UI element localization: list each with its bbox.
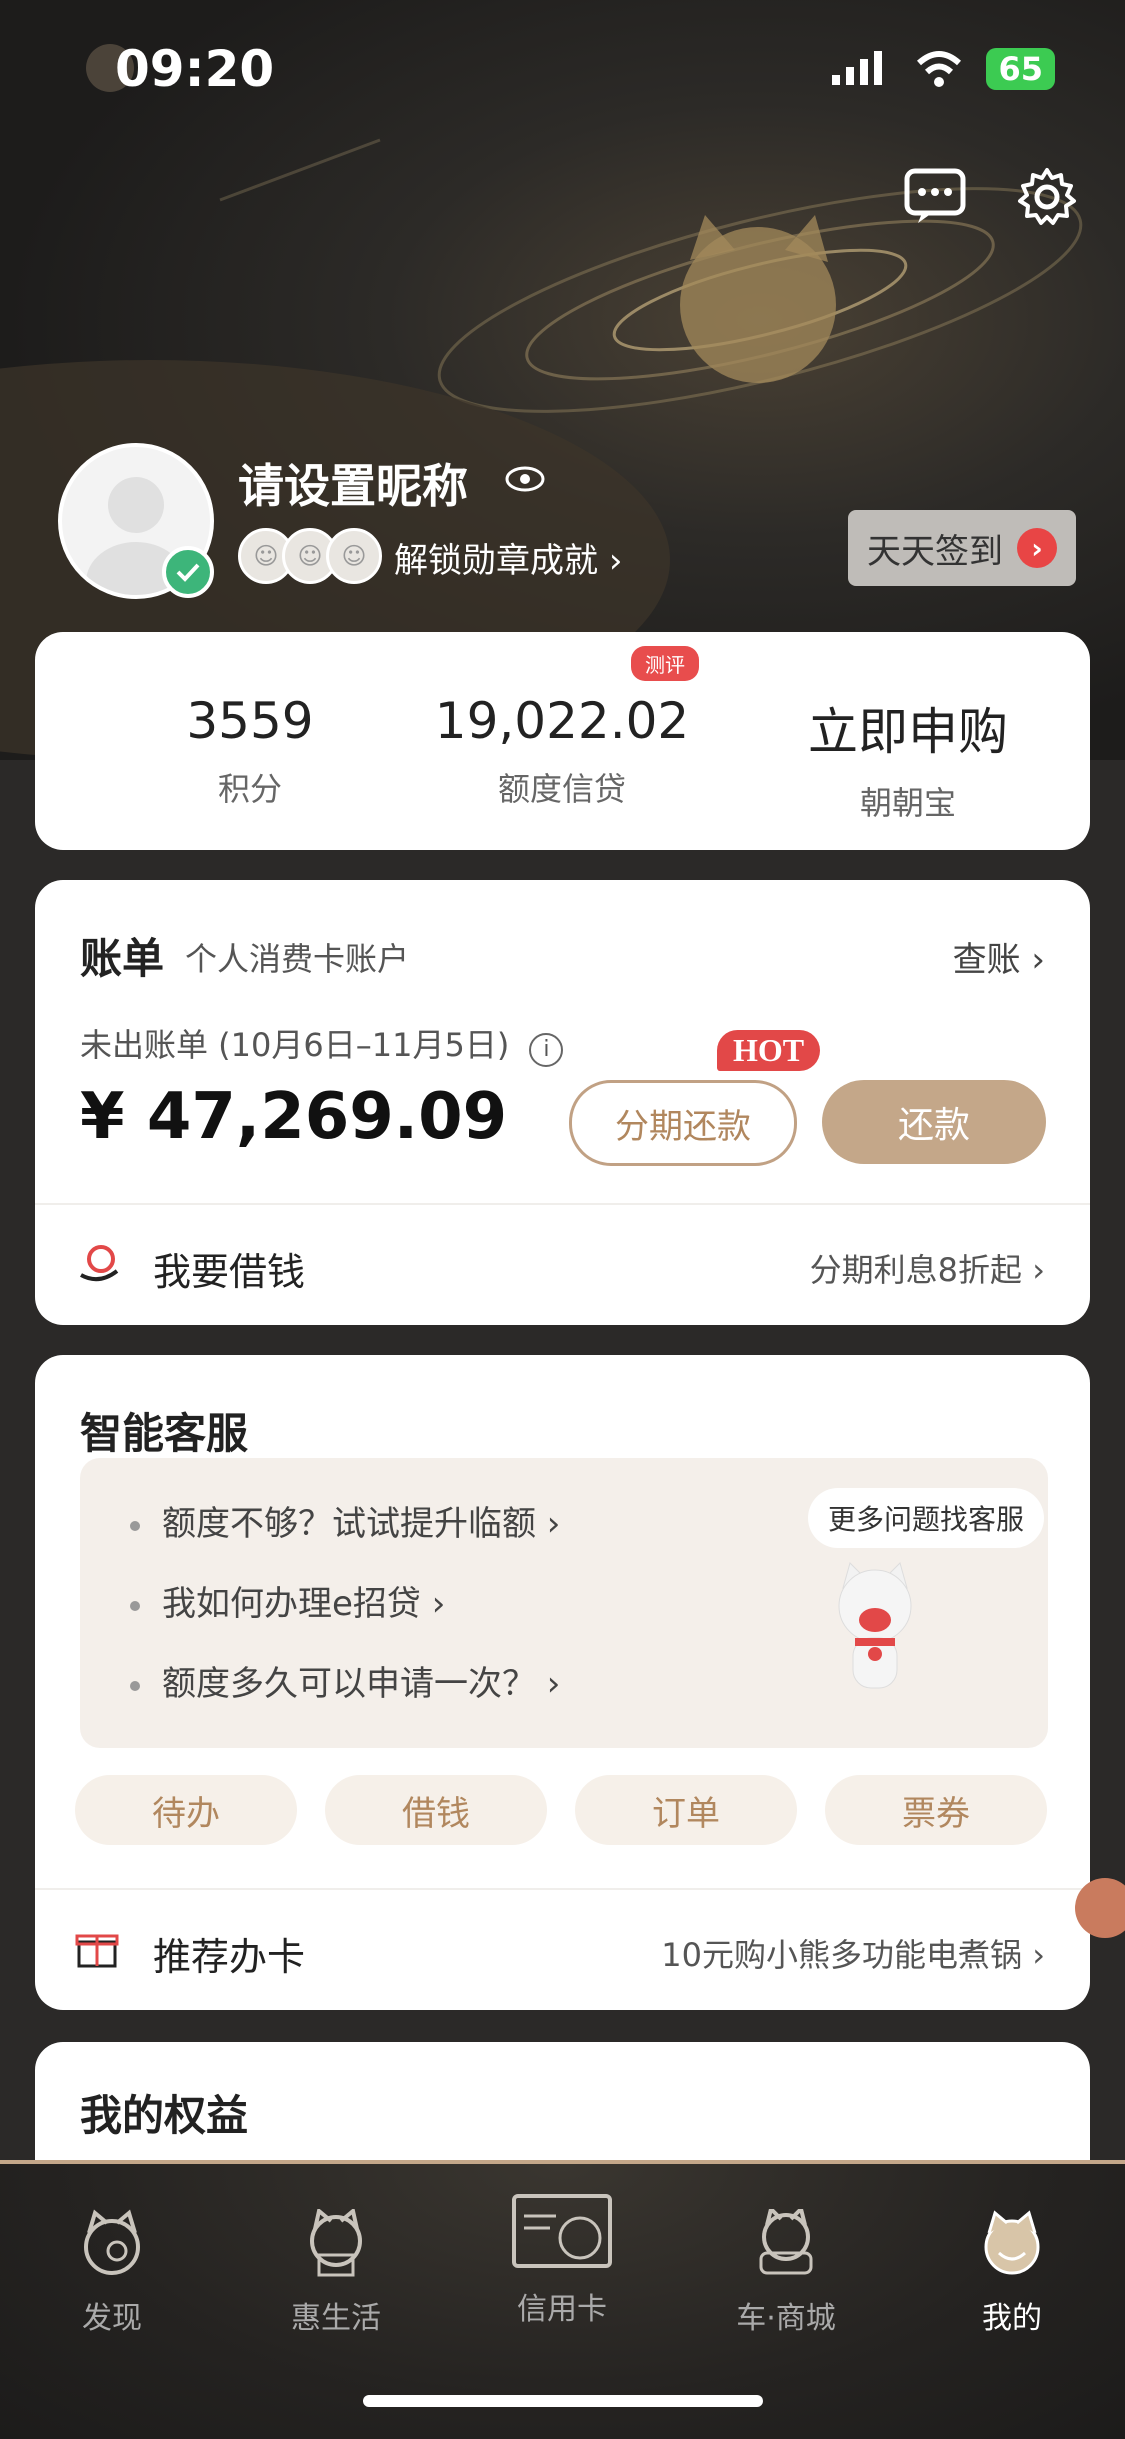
chevron-right-icon: › [1032, 1936, 1045, 1974]
check-bill-link[interactable]: 查账 › [953, 932, 1045, 981]
borrow-promo-text: 分期利息8折起 [809, 1251, 1023, 1289]
recommend-label: 推荐办卡 [153, 1935, 306, 1979]
message-button[interactable] [900, 162, 970, 232]
cat-discount-icon [310, 2207, 362, 2277]
stat-label: 朝朝宝 [859, 784, 956, 822]
period-label: 未出账单 (10月6日–11月5日) [80, 1026, 510, 1064]
bill-card: 账单 个人消费卡账户 查账 › 未出账单 (10月6日–11月5日) i ¥ 4… [35, 880, 1090, 1325]
test-tag: 测评 [631, 646, 699, 681]
faq-text: 额度不够？试试提升临额 [162, 1504, 536, 1544]
badge-icon: ☺ [326, 528, 382, 584]
achievement-badges[interactable]: ☺ ☺ ☺ [238, 528, 382, 584]
home-indicator[interactable] [363, 2395, 763, 2407]
recommend-promo: 10元购小熊多功能电煮锅 › [661, 1930, 1045, 1976]
service-title: 智能客服 [80, 1409, 249, 1458]
tab-label: 我的 [982, 2301, 1042, 2336]
stat-label: 额度信贷 [497, 770, 626, 808]
stat-points[interactable]: 3559 积分 [80, 692, 420, 810]
gear-icon [1018, 168, 1076, 225]
stat-value: 3559 [186, 692, 314, 750]
signin-label: 天天签到 [867, 531, 1003, 572]
unlock-label: 解锁勋章成就 [394, 541, 598, 581]
message-icon [904, 168, 966, 223]
stats-card: 测评 3559 积分 19,022.02 额度信贷 立即申购 朝朝宝 [35, 632, 1090, 850]
info-icon[interactable]: i [529, 1033, 564, 1067]
service-bubble[interactable]: 更多问题找客服 [808, 1488, 1045, 1548]
wifi-icon [917, 51, 962, 87]
service-chips: 待办 借钱 订单 票券 [75, 1775, 1047, 1845]
tab-label: 车·商城 [736, 2301, 836, 2336]
tab-mine[interactable]: 我的 [932, 2209, 1092, 2337]
borrow-promo: 分期利息8折起 › [810, 1245, 1045, 1291]
battery-indicator: 65 [986, 48, 1055, 90]
bill-amount: ¥ 47,269.09 [80, 1080, 508, 1154]
chip-vouchers[interactable]: 票券 [825, 1775, 1047, 1845]
verified-check-icon [162, 546, 214, 598]
chevron-right-icon: › [608, 541, 623, 581]
faq-item[interactable]: 额度不够？试试提升临额 › [130, 1496, 560, 1545]
tab-mall[interactable]: 车·商城 [706, 2205, 866, 2337]
arrow-right-icon: › [1017, 528, 1057, 568]
check-label: 查账 [952, 940, 1021, 980]
recommend-card-row[interactable]: 推荐办卡 10元购小熊多功能电煮锅 › [35, 1890, 1090, 2010]
faq-text: 我如何办理e招贷 [162, 1584, 421, 1624]
installment-button[interactable]: 分期还款 [569, 1080, 797, 1166]
signal-icon [832, 51, 883, 85]
bullet [130, 1680, 140, 1691]
stat-value: 立即申购 [808, 703, 1008, 761]
benefit-title: 我的权益 [80, 2091, 249, 2140]
unlock-achievements-link[interactable]: 解锁勋章成就 › [394, 533, 622, 582]
stat-value: 19,022.02 [434, 692, 690, 750]
tab-label: 发现 [82, 2301, 142, 2336]
bullet [130, 1520, 140, 1531]
cat-search-icon [84, 2209, 140, 2275]
faq-text: 额度多久可以申请一次？ [162, 1664, 536, 1704]
bill-title: 账单 [80, 934, 165, 983]
borrow-icon [80, 1245, 119, 1282]
chip-orders[interactable]: 订单 [575, 1775, 797, 1845]
settings-button[interactable] [1012, 162, 1082, 232]
status-icons: 65 [832, 48, 1055, 90]
tab-discover[interactable]: 发现 [32, 2209, 192, 2337]
chip-todo[interactable]: 待办 [75, 1775, 297, 1845]
chip-borrow[interactable]: 借钱 [325, 1775, 547, 1845]
faq-item[interactable]: 额度多久可以申请一次？ › [130, 1656, 560, 1705]
tab-label: 信用卡 [517, 2292, 607, 2327]
cat-profile-icon [984, 2210, 1040, 2275]
stat-fund[interactable]: 立即申购 朝朝宝 [738, 692, 1078, 824]
chevron-right-icon: › [536, 1504, 561, 1544]
tab-life[interactable]: 惠生活 [256, 2207, 416, 2337]
bill-subtitle: 个人消费卡账户 [185, 940, 410, 978]
status-time: 09:20 [115, 40, 275, 98]
chevron-right-icon: › [1031, 940, 1045, 980]
tab-label: 惠生活 [291, 2301, 381, 2336]
credit-card-cat-icon [512, 2194, 612, 2268]
cat-mascot-icon[interactable] [825, 1558, 925, 1708]
eye-icon[interactable] [505, 465, 545, 497]
faq-box: 额度不够？试试提升临额 › 我如何办理e招贷 › 额度多久可以申请一次？ › 更… [80, 1458, 1048, 1748]
chevron-right-icon: › [536, 1664, 561, 1704]
repay-button[interactable]: 还款 [822, 1080, 1046, 1164]
daily-signin-button[interactable]: 天天签到 › [848, 510, 1076, 586]
bill-period: 未出账单 (10月6日–11月5日) i [80, 1020, 564, 1067]
chevron-right-icon: › [1032, 1251, 1045, 1289]
chevron-right-icon: › [420, 1584, 446, 1624]
faq-item[interactable]: 我如何办理e招贷 › [130, 1576, 445, 1625]
stat-label: 积分 [217, 770, 282, 808]
cat-car-icon [759, 2205, 813, 2275]
bullet [130, 1600, 140, 1611]
borrow-label: 我要借钱 [153, 1250, 306, 1294]
recommend-promo-text: 10元购小熊多功能电煮锅 [661, 1936, 1023, 1974]
borrow-row[interactable]: 我要借钱 分期利息8折起 › [35, 1205, 1090, 1325]
gift-icon [75, 1934, 119, 1968]
tab-credit-card[interactable]: 信用卡 [482, 2192, 642, 2328]
stat-credit[interactable]: 19,022.02 额度信贷 [392, 692, 732, 810]
nickname[interactable]: 请设置昵称 [238, 450, 468, 516]
hot-badge: HOT [717, 1030, 821, 1071]
smart-service-card: 智能客服 额度不够？试试提升临额 › 我如何办理e招贷 › 额度多久可以申请一次… [35, 1355, 1090, 2010]
